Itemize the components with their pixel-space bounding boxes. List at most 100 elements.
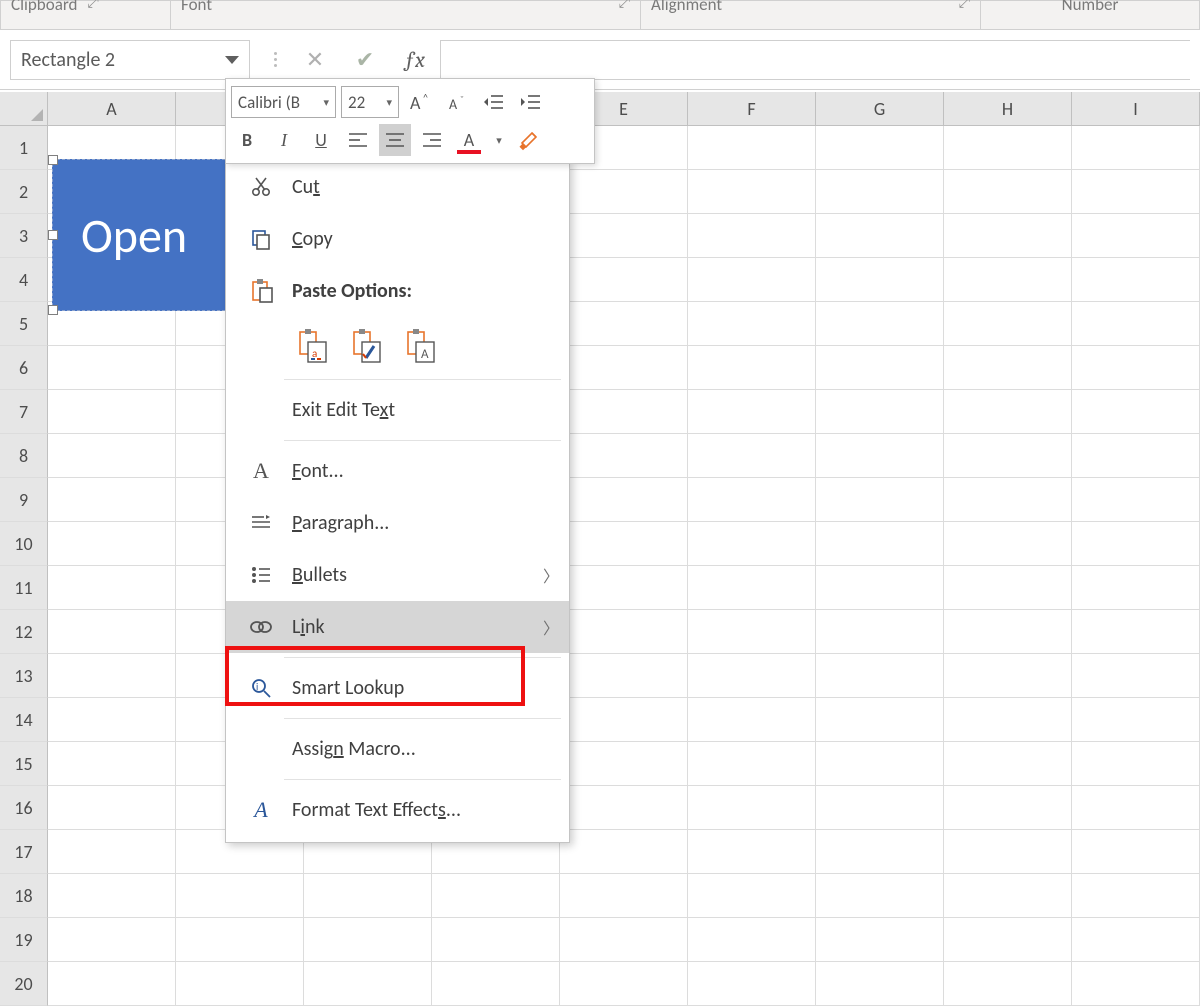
menu-bullets[interactable]: Bullets 〉 [226, 549, 569, 601]
cell[interactable] [560, 390, 688, 434]
menu-font[interactable]: A Font... [226, 445, 569, 497]
cell[interactable] [560, 346, 688, 390]
select-all-triangle[interactable] [0, 92, 48, 126]
cell[interactable] [944, 918, 1072, 962]
cell[interactable] [48, 786, 176, 830]
cell[interactable] [944, 258, 1072, 302]
cell[interactable] [1072, 566, 1200, 610]
menu-copy[interactable]: Copy [226, 213, 569, 265]
cell[interactable] [1072, 786, 1200, 830]
cell[interactable] [816, 478, 944, 522]
formula-bar-grip[interactable] [260, 52, 290, 67]
cell[interactable] [1072, 742, 1200, 786]
dialog-launcher-icon[interactable]: ⤢ [87, 0, 98, 10]
row-header[interactable]: 16 [0, 786, 48, 830]
row-header[interactable]: 17 [0, 830, 48, 874]
cell[interactable] [48, 566, 176, 610]
row-header[interactable]: 14 [0, 698, 48, 742]
menu-format-text-effects[interactable]: A Format Text Effects... [226, 784, 569, 836]
increase-indent-button[interactable] [515, 86, 547, 118]
cell[interactable] [944, 390, 1072, 434]
row-header[interactable]: 3 [0, 214, 48, 258]
cell[interactable] [944, 962, 1072, 1006]
row-header[interactable]: 2 [0, 170, 48, 214]
column-header[interactable]: H [944, 92, 1072, 126]
cell[interactable] [944, 170, 1072, 214]
cell[interactable] [688, 390, 816, 434]
cell[interactable] [432, 962, 560, 1006]
align-center-button[interactable] [379, 124, 411, 156]
cell[interactable] [944, 302, 1072, 346]
paste-use-destination-button[interactable] [346, 325, 386, 367]
cell[interactable] [688, 566, 816, 610]
cell[interactable] [1072, 918, 1200, 962]
cell[interactable] [1072, 434, 1200, 478]
cell[interactable] [1072, 522, 1200, 566]
cell[interactable] [48, 434, 176, 478]
cell[interactable] [816, 786, 944, 830]
cell[interactable] [688, 434, 816, 478]
cell[interactable] [688, 830, 816, 874]
cell[interactable] [560, 258, 688, 302]
column-header[interactable]: G [816, 92, 944, 126]
cell[interactable] [688, 698, 816, 742]
cell[interactable] [1072, 698, 1200, 742]
cell[interactable] [560, 742, 688, 786]
cell[interactable] [48, 830, 176, 874]
cell[interactable] [304, 874, 432, 918]
cell[interactable] [48, 874, 176, 918]
cell[interactable] [688, 654, 816, 698]
formula-input[interactable] [440, 40, 1190, 80]
cell[interactable] [1072, 830, 1200, 874]
row-header[interactable]: 11 [0, 566, 48, 610]
font-size-select[interactable]: 22▾ [341, 86, 399, 118]
cell[interactable] [688, 302, 816, 346]
cell[interactable] [48, 346, 176, 390]
cell[interactable] [432, 874, 560, 918]
cell[interactable] [944, 698, 1072, 742]
cell[interactable] [1072, 962, 1200, 1006]
cell[interactable] [944, 522, 1072, 566]
cell[interactable] [1072, 126, 1200, 170]
row-header[interactable]: 12 [0, 610, 48, 654]
cell[interactable] [816, 346, 944, 390]
cell[interactable] [48, 390, 176, 434]
row-header[interactable]: 7 [0, 390, 48, 434]
resize-handle[interactable] [48, 305, 58, 315]
column-header[interactable]: I [1072, 92, 1200, 126]
font-name-select[interactable]: Calibri (B▾ [231, 86, 336, 118]
cell[interactable] [560, 786, 688, 830]
cell[interactable] [1072, 874, 1200, 918]
cell[interactable] [944, 742, 1072, 786]
cell[interactable] [944, 654, 1072, 698]
cell[interactable] [816, 698, 944, 742]
cell[interactable] [688, 346, 816, 390]
cell[interactable] [48, 742, 176, 786]
cell[interactable] [944, 478, 1072, 522]
cell[interactable] [816, 874, 944, 918]
cell[interactable] [816, 170, 944, 214]
cell[interactable] [1072, 610, 1200, 654]
resize-handle[interactable] [48, 230, 58, 240]
cell[interactable] [688, 258, 816, 302]
cancel-edit-button[interactable]: ✕ [290, 40, 340, 80]
row-header[interactable]: 10 [0, 522, 48, 566]
cell[interactable] [176, 962, 304, 1006]
cell[interactable] [816, 610, 944, 654]
cell[interactable] [1072, 346, 1200, 390]
cell[interactable] [1072, 478, 1200, 522]
cell[interactable] [816, 258, 944, 302]
font-color-dropdown[interactable]: ▾ [490, 124, 508, 156]
cell[interactable] [48, 654, 176, 698]
cell[interactable] [1072, 170, 1200, 214]
cell[interactable] [688, 610, 816, 654]
dialog-launcher-icon[interactable]: ⤢ [959, 0, 970, 10]
cell[interactable] [688, 478, 816, 522]
cell[interactable] [560, 170, 688, 214]
chevron-down-icon[interactable] [225, 56, 239, 64]
cell[interactable] [48, 918, 176, 962]
row-header[interactable]: 6 [0, 346, 48, 390]
cell[interactable] [1072, 258, 1200, 302]
cell[interactable] [1072, 302, 1200, 346]
resize-handle[interactable] [48, 155, 58, 165]
